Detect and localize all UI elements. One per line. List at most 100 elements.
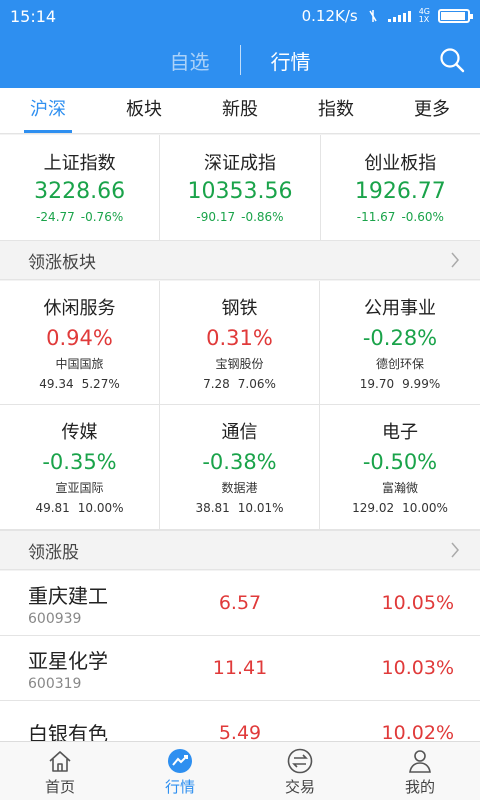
battery-icon [438, 9, 473, 23]
index-value: 10353.56 [187, 179, 293, 204]
network-speed: 0.12K/s [301, 7, 358, 25]
stock-list: 重庆建工 600939 6.57 10.05% 亚星化学 600319 11.4… [0, 571, 480, 741]
sector-pct: 0.31% [206, 326, 273, 350]
nav-label: 交易 [284, 778, 315, 796]
sector-cell[interactable]: 通信 -0.38% 数据港 38.81 10.01% [160, 405, 320, 530]
sector-pct: -0.35% [42, 450, 117, 474]
index-card[interactable]: 上证指数 3228.66 -24.77 -0.76% [0, 135, 161, 240]
stocks-header[interactable]: 领涨股 [0, 530, 480, 570]
sector-grid: 休闲服务 0.94% 中国国旅 49.34 5.27% 钢铁 0.31% 宝钢股份… [0, 281, 480, 530]
sector-cell[interactable]: 传媒 -0.35% 宣亚国际 49.81 10.00% [0, 405, 160, 530]
leader-rate: 9.99% [402, 377, 441, 391]
index-change: -90.17 [196, 210, 236, 224]
stock-name: 重庆建工 [28, 583, 108, 608]
index-card[interactable]: 创业板指 1926.77 -11.67 -0.60% [321, 135, 480, 240]
sector-cell[interactable]: 电子 -0.50% 富瀚微 129.02 10.00% [320, 405, 480, 530]
sector-name: 传媒 [61, 422, 98, 443]
leader-stock: 德创环保 [375, 357, 424, 371]
nav-label: 首页 [44, 778, 75, 796]
sector-pct: 0.94% [46, 326, 113, 350]
stock-row[interactable]: 白银有色 5.49 10.02% [0, 701, 480, 742]
nav-home[interactable]: 首页 [0, 742, 120, 800]
status-bar: 15:14 0.12K/s 4G 1X [0, 0, 480, 32]
index-name: 深证成指 [203, 153, 276, 174]
stock-price: 11.41 [212, 657, 268, 679]
leader-stock: 宝钢股份 [215, 357, 264, 371]
leader-stock: 宣亚国际 [55, 481, 104, 495]
market-tabs: 沪深 板块 新股 指数 更多 [0, 88, 480, 134]
market-chart-icon [168, 749, 192, 773]
chevron-right-icon [451, 252, 459, 268]
leader-stock: 富瀚微 [381, 481, 418, 495]
index-value: 3228.66 [34, 179, 126, 204]
tab-indices[interactable]: 指数 [288, 88, 384, 133]
sector-cell[interactable]: 休闲服务 0.94% 中国国旅 49.34 5.27% [0, 281, 160, 405]
tab-sectors[interactable]: 板块 [96, 88, 192, 133]
section-title: 领涨板块 [28, 252, 96, 273]
user-icon [409, 750, 431, 773]
index-value: 1926.77 [354, 179, 446, 204]
bottom-nav: 首页 行情 交易 我的 [0, 741, 480, 800]
section-title: 领涨股 [28, 542, 79, 563]
leader-price: 7.28 [203, 377, 230, 391]
header: 自选 行情 [0, 32, 480, 88]
leader-price: 38.81 [195, 501, 230, 515]
sector-pct: -0.28% [362, 326, 438, 350]
leader-rate: 10.00% [77, 501, 124, 515]
sectors-header[interactable]: 领涨板块 [0, 240, 480, 280]
stock-rate: 10.03% [381, 657, 454, 679]
leader-rate: 10.01% [237, 501, 284, 515]
stock-code: 600319 [28, 675, 82, 692]
sector-cell[interactable]: 钢铁 0.31% 宝钢股份 7.28 7.06% [160, 281, 320, 405]
stock-code: 600939 [28, 610, 82, 627]
signal-icon [387, 10, 411, 22]
stock-rate: 10.02% [381, 722, 454, 741]
index-change: -24.77 [36, 210, 75, 224]
nav-market[interactable]: 行情 [120, 742, 240, 800]
leader-price: 49.34 [39, 377, 74, 391]
tab-shanghai-shenzhen[interactable]: 沪深 [0, 88, 96, 133]
tab-new-stocks[interactable]: 新股 [192, 88, 288, 133]
leader-price: 49.81 [35, 501, 70, 515]
sector-name: 通信 [221, 422, 258, 443]
stock-row[interactable]: 亚星化学 600319 11.41 10.03% [0, 636, 480, 701]
nav-label: 行情 [164, 778, 195, 796]
leader-stock: 数据港 [221, 481, 258, 495]
leader-rate: 10.00% [402, 501, 448, 515]
stock-price: 6.57 [218, 592, 262, 614]
leader-rate: 5.27% [81, 377, 120, 391]
exchange-icon [287, 748, 313, 774]
stock-name: 白银有色 [28, 721, 108, 742]
silent-icon [369, 10, 377, 22]
sector-name: 钢铁 [221, 298, 258, 319]
network-type: 4G 1X [418, 7, 430, 24]
sector-pct: -0.38% [202, 450, 277, 474]
leader-rate: 7.06% [237, 377, 276, 391]
index-change: -11.67 [356, 210, 396, 224]
sector-cell[interactable]: 公用事业 -0.28% 德创环保 19.70 9.99% [320, 281, 480, 405]
stock-row[interactable]: 重庆建工 600939 6.57 10.05% [0, 571, 480, 636]
nav-label: 我的 [404, 778, 435, 796]
stock-rate: 10.05% [381, 592, 454, 614]
clock: 15:14 [10, 6, 57, 26]
nav-profile[interactable]: 我的 [360, 742, 480, 800]
tab-market[interactable]: 行情 [241, 46, 341, 75]
sector-name: 公用事业 [364, 298, 436, 319]
home-icon [49, 751, 71, 772]
index-card[interactable]: 深证成指 10353.56 -90.17 -0.86% [160, 135, 321, 240]
top-bar: 15:14 0.12K/s 4G 1X 自选 行情 [0, 0, 480, 88]
index-pct: -0.76% [80, 210, 124, 224]
sector-name: 电子 [382, 422, 418, 443]
stock-name: 亚星化学 [28, 648, 108, 673]
leader-price: 129.02 [352, 501, 395, 515]
leader-price: 19.70 [359, 377, 395, 391]
stock-price: 5.49 [218, 722, 262, 741]
sector-name: 休闲服务 [43, 298, 116, 319]
nav-trade[interactable]: 交易 [240, 742, 360, 800]
index-panel: 上证指数 3228.66 -24.77 -0.76% 深证成指 10353.56 … [0, 135, 480, 240]
index-pct: -0.86% [241, 210, 284, 224]
tab-watchlist[interactable]: 自选 [140, 46, 240, 75]
tab-more[interactable]: 更多 [384, 88, 480, 133]
search-icon[interactable] [438, 46, 466, 74]
sector-pct: -0.50% [362, 450, 438, 474]
